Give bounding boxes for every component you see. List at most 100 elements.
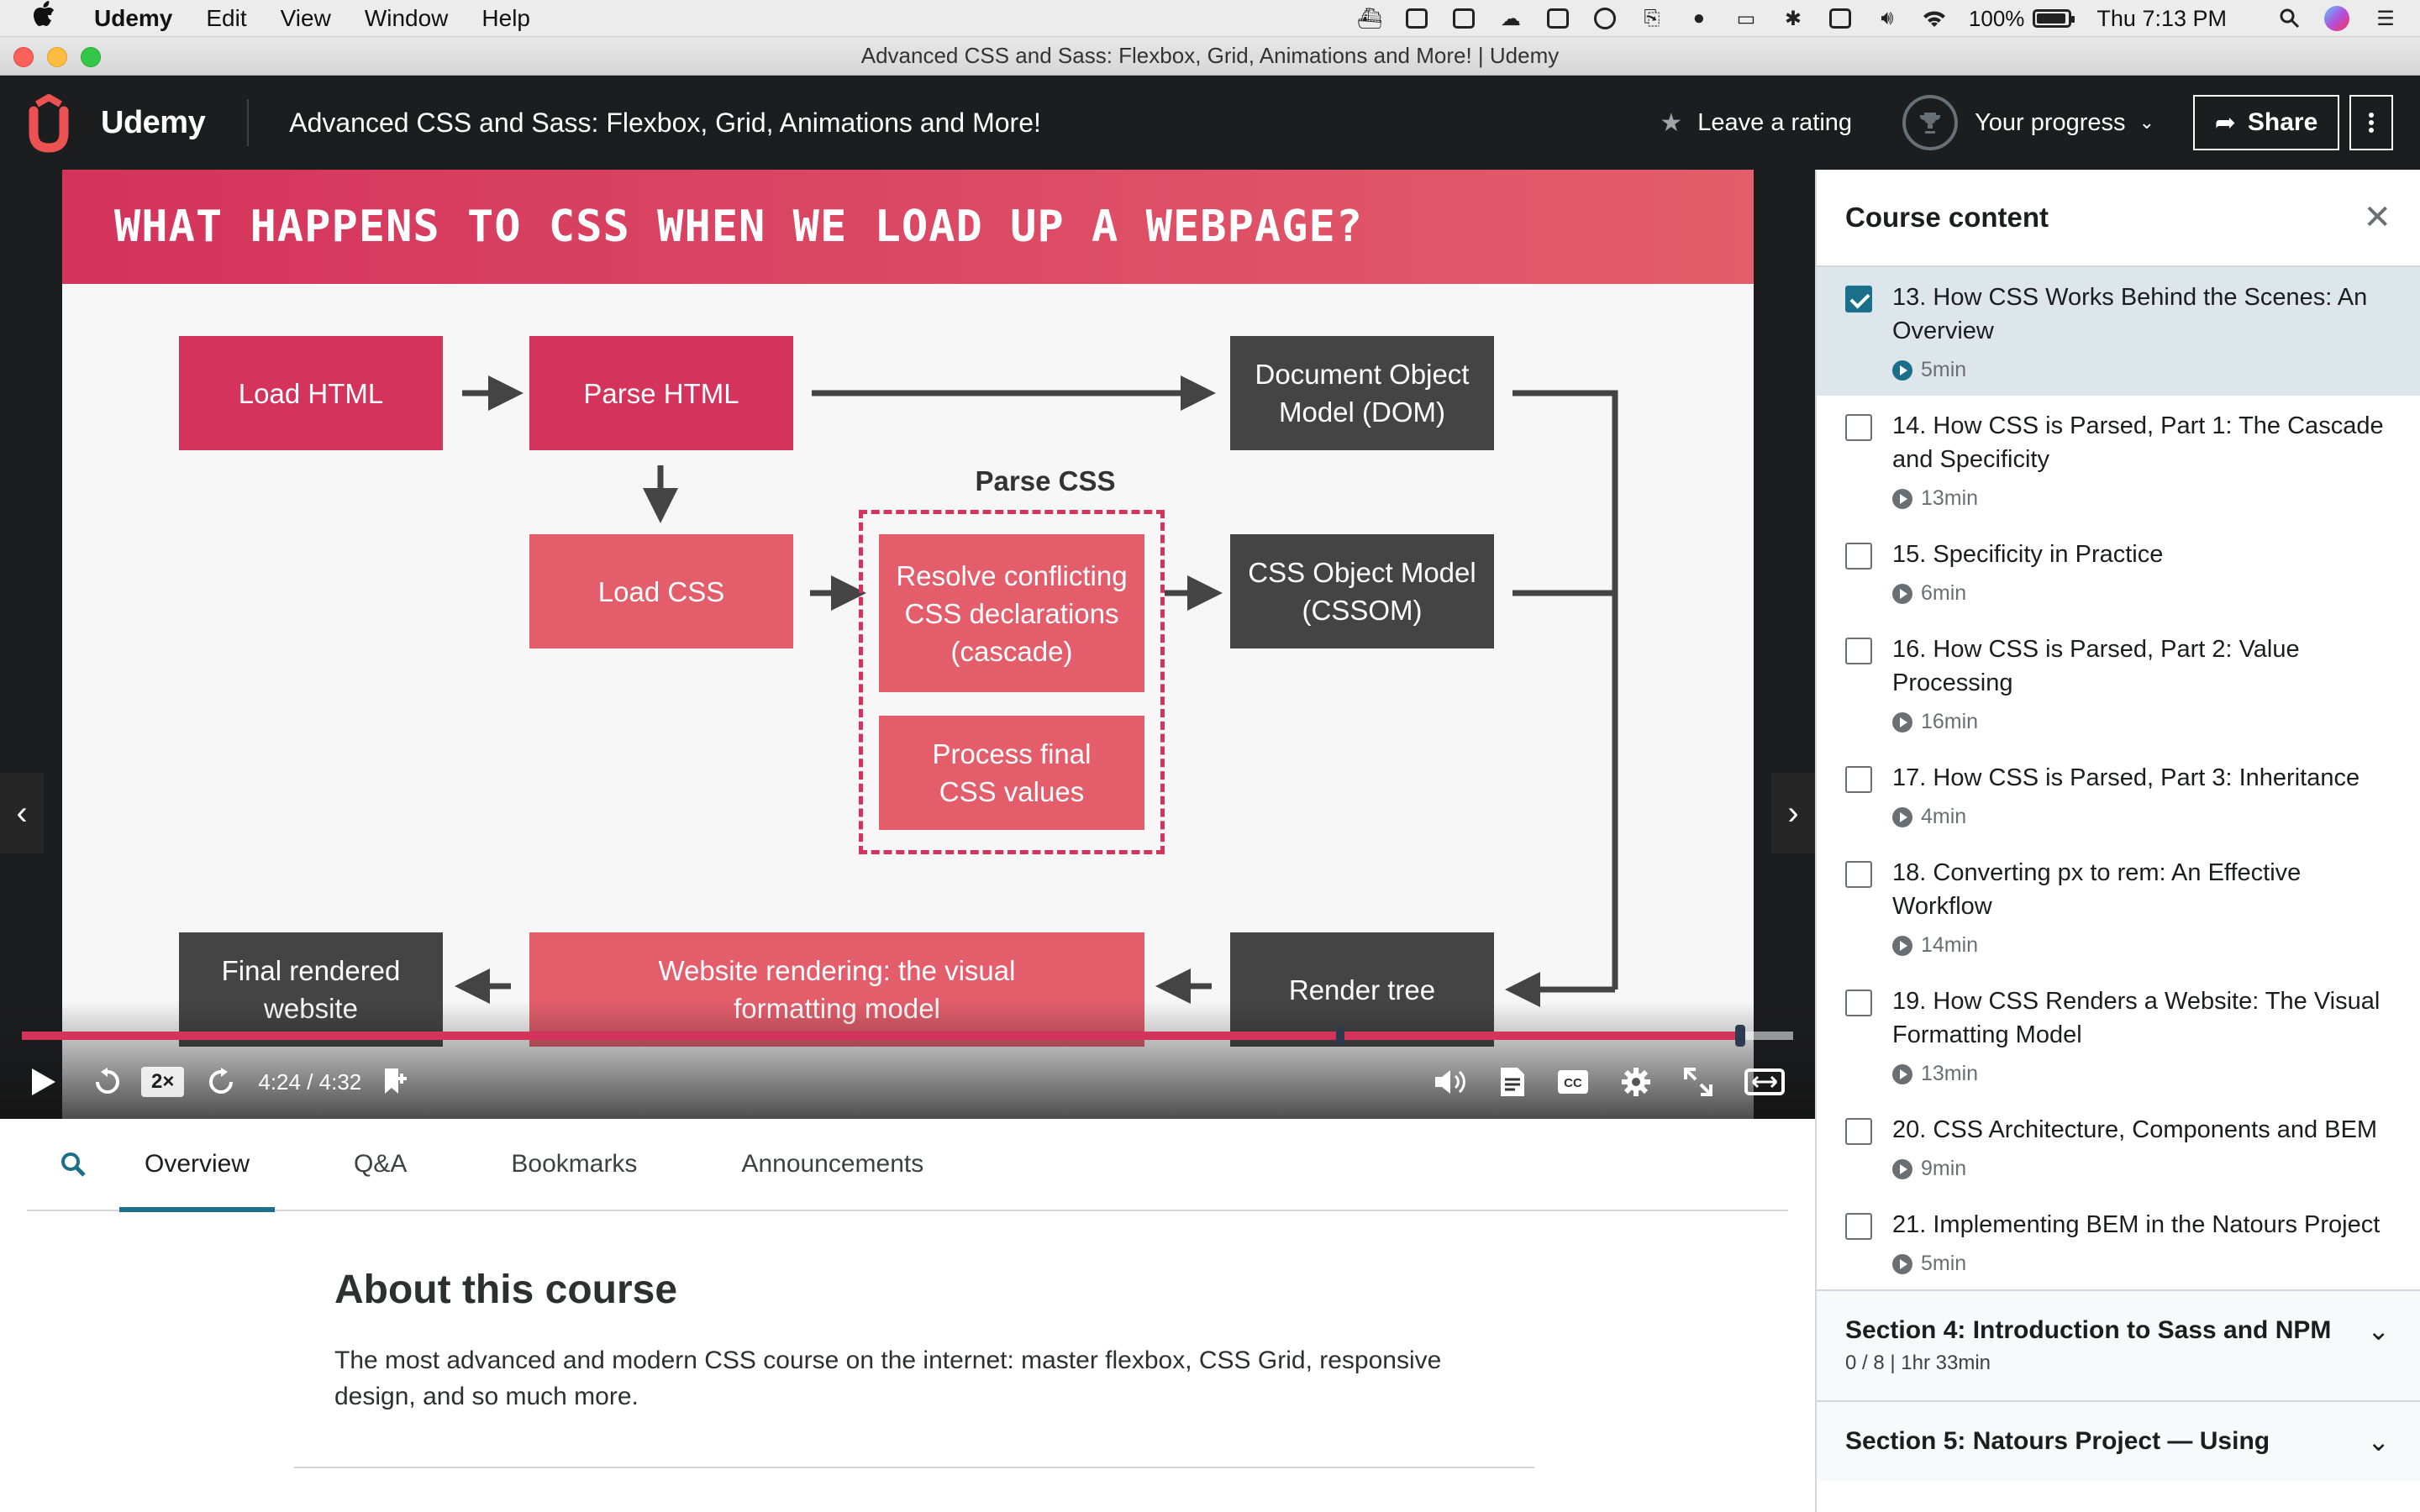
airplay-icon[interactable]: ▭: [1733, 8, 1759, 30]
parse-css-label: Parse CSS: [975, 465, 1116, 496]
tab-qa[interactable]: Q&A: [329, 1118, 432, 1210]
next-lecture-button[interactable]: ›: [1771, 773, 1815, 853]
keyboard-icon[interactable]: [1828, 8, 1853, 29]
menu-app-name[interactable]: Udemy: [94, 5, 172, 32]
play-circle-icon: [1892, 806, 1912, 827]
video-progress-fill: [22, 1032, 1740, 1040]
play-circle-icon: [1892, 583, 1912, 604]
cloud-icon[interactable]: ☁: [1498, 8, 1523, 30]
lecture-title: 20. CSS Architecture, Components and BEM: [1892, 1116, 2378, 1143]
maximize-window-button[interactable]: [81, 47, 101, 67]
chevron-down-icon: ⌄: [2367, 1315, 2390, 1346]
lecture-duration: 13min: [1892, 1062, 2395, 1086]
lecture-checkbox[interactable]: [1845, 861, 1872, 888]
video-player[interactable]: WHAT HAPPENS TO CSS WHEN WE LOAD UP A WE…: [0, 170, 1815, 1119]
docker-icon[interactable]: ⛴: [1357, 8, 1382, 30]
lecture-item[interactable]: 20. CSS Architecture, Components and BEM…: [1817, 1100, 2420, 1194]
clip-icon[interactable]: ⎘: [1639, 7, 1665, 29]
lecture-item[interactable]: 15. Specificity in Practice 6min: [1817, 524, 2420, 619]
lecture-item[interactable]: 14. How CSS is Parsed, Part 1: The Casca…: [1817, 396, 2420, 524]
box-cssom: CSS Object Model (CSSOM): [1230, 534, 1494, 648]
volume-icon[interactable]: [1434, 1068, 1467, 1096]
tab-announcements[interactable]: Announcements: [716, 1118, 949, 1210]
lecture-checkbox[interactable]: [1845, 1118, 1872, 1145]
video-progress-handle[interactable]: [1735, 1025, 1745, 1047]
lecture-checkbox[interactable]: [1845, 543, 1872, 570]
add-bookmark-icon[interactable]: [378, 1065, 412, 1099]
lecture-item[interactable]: 17. How CSS is Parsed, Part 3: Inheritan…: [1817, 748, 2420, 843]
battery-icon[interactable]: [2033, 9, 2075, 28]
play-circle-icon: [1892, 1063, 1912, 1084]
lecture-duration: 14min: [1892, 933, 2395, 958]
transcript-icon[interactable]: [1499, 1066, 1526, 1098]
window-title-bar: Advanced CSS and Sass: Flexbox, Grid, An…: [0, 37, 2420, 76]
your-progress-button[interactable]: Your progress ⌄: [1902, 95, 2154, 150]
lecture-item[interactable]: 16. How CSS is Parsed, Part 2: Value Pro…: [1817, 619, 2420, 748]
udemy-logo[interactable]: Udemy: [27, 92, 206, 153]
rewind-icon[interactable]: [92, 1067, 123, 1097]
lecture-item[interactable]: 13. How CSS Works Behind the Scenes: An …: [1817, 267, 2420, 396]
fullscreen-icon[interactable]: [1682, 1066, 1714, 1098]
menu-help[interactable]: Help: [481, 5, 530, 32]
lecture-duration-text: 4min: [1921, 805, 1967, 828]
course-content-sidebar: Course content ✕ 13. How CSS Works Behin…: [1815, 170, 2420, 1512]
lecture-item[interactable]: 18. Converting px to rem: An Effective W…: [1817, 843, 2420, 971]
section-row[interactable]: Section 4: Introduction to Sass and NPM …: [1817, 1289, 2420, 1400]
box-load-css: Load CSS: [529, 534, 793, 648]
sidebar-header: Course content ✕: [1817, 170, 2420, 267]
settings-gear-icon[interactable]: [1620, 1066, 1652, 1098]
menu-edit[interactable]: Edit: [206, 5, 246, 32]
minimize-window-button[interactable]: [47, 47, 67, 67]
wifi-icon[interactable]: [1922, 8, 1947, 29]
tab-bookmarks[interactable]: Bookmarks: [486, 1118, 662, 1210]
search-icon[interactable]: [27, 1150, 119, 1179]
screen-share-icon[interactable]: [1451, 8, 1476, 29]
lecture-checkbox[interactable]: [1845, 286, 1872, 312]
lecture-checkbox[interactable]: [1845, 414, 1872, 441]
bluetooth-icon[interactable]: ✱: [1781, 8, 1806, 30]
camera-icon[interactable]: [1404, 8, 1429, 29]
lecture-checkbox[interactable]: [1845, 766, 1872, 793]
volume-icon[interactable]: 🔊︎: [1875, 7, 1900, 29]
close-icon[interactable]: ✕: [2363, 198, 2391, 237]
play-circle-icon: [1892, 935, 1912, 956]
play-button[interactable]: [29, 1067, 57, 1097]
about-course-title: About this course: [334, 1268, 678, 1312]
lecture-title: 21. Implementing BEM in the Natours Proj…: [1892, 1211, 2381, 1238]
menu-window[interactable]: Window: [365, 5, 449, 32]
previous-lecture-button[interactable]: ‹: [0, 773, 44, 853]
bookmark-marker[interactable]: [1336, 1026, 1344, 1045]
video-progress-bar[interactable]: [22, 1025, 1793, 1047]
playback-speed-button[interactable]: 2×: [141, 1067, 185, 1097]
window-icon[interactable]: [1545, 8, 1570, 29]
lecture-item[interactable]: 21. Implementing BEM in the Natours Proj…: [1817, 1194, 2420, 1289]
siri-icon[interactable]: [2324, 6, 2349, 31]
more-options-button[interactable]: [2349, 95, 2393, 150]
lecture-checkbox[interactable]: [1845, 1213, 1872, 1240]
lecture-checkbox[interactable]: [1845, 990, 1872, 1016]
expand-width-icon[interactable]: [1744, 1068, 1785, 1095]
course-tabs: Overview Q&A Bookmarks Announcements: [27, 1118, 1788, 1212]
menu-view[interactable]: View: [281, 5, 331, 32]
section-row[interactable]: Section 5: Natours Project — Using ⌄: [1817, 1400, 2420, 1481]
close-window-button[interactable]: [13, 47, 34, 67]
notification-icon[interactable]: ●: [1686, 7, 1712, 29]
leave-rating-button[interactable]: ★ Leave a rating: [1660, 108, 1852, 138]
play-circle-icon: [1892, 1253, 1912, 1274]
sync-icon[interactable]: [1592, 8, 1618, 29]
section-title: Section 5: Natours Project — Using: [1845, 1427, 2270, 1455]
captions-icon[interactable]: CC: [1556, 1068, 1590, 1095]
apple-menu-icon[interactable]: [32, 1, 67, 35]
tab-overview[interactable]: Overview: [119, 1118, 276, 1212]
notification-center-icon[interactable]: ☰: [2373, 8, 2398, 30]
lecture-title: 13. How CSS Works Behind the Scenes: An …: [1892, 284, 2368, 344]
lecture-checkbox[interactable]: [1845, 638, 1872, 664]
lecture-duration: 6min: [1892, 581, 2395, 606]
share-button[interactable]: ➦ Share: [2193, 95, 2339, 150]
course-title[interactable]: Advanced CSS and Sass: Flexbox, Grid, An…: [289, 108, 1041, 139]
menu-clock[interactable]: Thu 7:13 PM: [2096, 6, 2227, 32]
lecture-item[interactable]: 19. How CSS Renders a Website: The Visua…: [1817, 971, 2420, 1100]
forward-icon[interactable]: [206, 1067, 236, 1097]
spotlight-search-icon[interactable]: [2277, 8, 2302, 29]
lecture-duration-text: 9min: [1921, 1157, 1967, 1180]
